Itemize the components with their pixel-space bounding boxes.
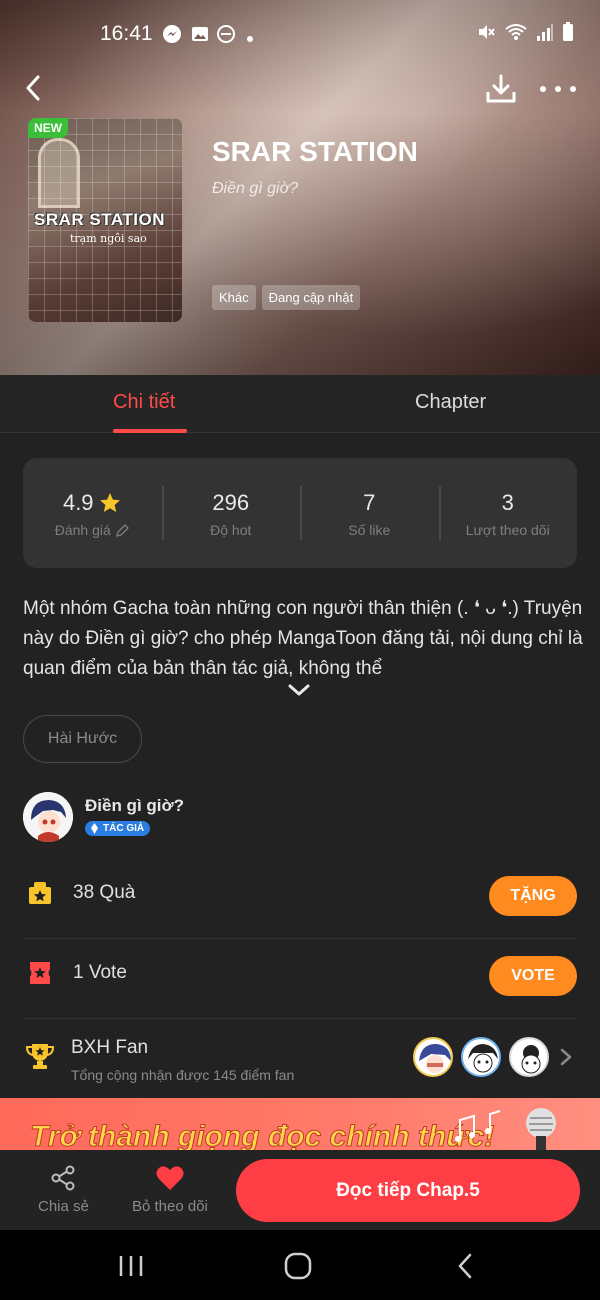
chevron-down-icon (288, 684, 310, 696)
fan-ranking-subtitle: Tổng cộng nhận được 145 điểm fan (71, 1067, 295, 1083)
author-row[interactable]: Điền gì giờ? TÁC GIẢ (23, 792, 583, 844)
share-icon (51, 1165, 75, 1191)
dnd-icon (216, 24, 236, 44)
heart-icon (156, 1166, 184, 1190)
download-icon (486, 74, 516, 103)
divider (23, 1018, 577, 1019)
comic-tags: Khác Đang cập nhật (212, 285, 361, 310)
star-icon (99, 493, 120, 512)
status-bar: 16:41 (0, 0, 600, 70)
signal-icon (537, 24, 553, 41)
fan-avatar[interactable] (509, 1037, 549, 1077)
wifi-icon (505, 24, 527, 40)
genre-chip[interactable]: Hài Hước (23, 715, 142, 763)
share-button[interactable]: Chia sẻ (38, 1164, 89, 1215)
dot (570, 86, 576, 92)
fan-avatar[interactable] (461, 1037, 501, 1077)
likes-value: 7 (363, 490, 376, 515)
vote-count: 1 Vote (73, 962, 127, 983)
top-nav (0, 66, 600, 110)
hot-value: 296 (212, 490, 250, 515)
tag-category[interactable]: Khác (212, 285, 256, 310)
tab-details[interactable]: Chi tiết (113, 391, 175, 414)
mute-icon (479, 25, 495, 39)
expand-description-button[interactable] (287, 680, 311, 700)
give-gift-button[interactable]: TẶNG (489, 876, 577, 916)
top-fans (413, 1037, 549, 1077)
system-back-icon[interactable] (452, 1252, 482, 1280)
dot (555, 86, 561, 92)
comic-description: Một nhóm Gacha toàn những con người thân… (23, 598, 583, 678)
gift-count: 38 Quà (73, 882, 136, 903)
stat-likes: 7 Số like (300, 458, 439, 568)
vote-ticket-icon (30, 962, 50, 984)
messenger-icon (162, 24, 182, 44)
download-button[interactable] (484, 72, 518, 106)
battery-icon (563, 22, 573, 41)
recent-apps-icon[interactable] (116, 1252, 146, 1280)
comic-title: SRAR STATION (212, 136, 418, 167)
author-badge: TÁC GIẢ (85, 821, 151, 836)
stat-rating[interactable]: 4.9 Đánh giá (23, 458, 162, 568)
status-icons-right (476, 22, 574, 42)
hot-label: Độ hot (210, 522, 252, 538)
continue-reading-button[interactable]: Đọc tiếp Chap.5 (236, 1159, 580, 1222)
home-icon[interactable] (283, 1252, 313, 1280)
system-navigation-bar (0, 1230, 600, 1300)
unfollow-button[interactable]: Bỏ theo dõi (132, 1164, 208, 1215)
vote-button[interactable]: VOTE (489, 956, 577, 996)
share-label: Chia sẻ (38, 1198, 89, 1215)
new-badge: NEW (28, 118, 68, 138)
stat-followers: 3 Lượt theo dõi (438, 458, 578, 568)
likes-label: Số like (348, 522, 391, 538)
chevron-left-icon (26, 75, 40, 101)
author-badge-label: TÁC GIẢ (103, 823, 145, 834)
promo-banner-text: Trở thành giọng đọc chính thức! (29, 1120, 495, 1153)
author-name[interactable]: Điền gì giờ? (85, 796, 184, 816)
rating-value: 4.9 (62, 490, 94, 515)
stat-hot: 296 Độ hot (161, 458, 301, 568)
cover-title: SRAR STATION (34, 210, 165, 229)
trophy-icon (25, 1044, 55, 1069)
tab-bar: Chi tiết Chapter (0, 375, 600, 433)
more-options-button[interactable] (540, 74, 576, 104)
tab-chapter[interactable]: Chapter (415, 391, 486, 414)
bottom-action-bar: Chia sẻ Bỏ theo dõi Đọc tiếp Chap.5 (0, 1150, 600, 1230)
rating-label: Đánh giá (54, 522, 111, 538)
followers-label: Lượt theo dõi (465, 522, 550, 538)
comic-author[interactable]: Điền gì giờ? (212, 180, 298, 198)
fan-ranking-title: BXH Fan (71, 1037, 149, 1058)
followers-value: 3 (501, 490, 514, 515)
pencil-icon (115, 523, 129, 537)
unfollow-label: Bỏ theo dõi (132, 1198, 208, 1215)
notification-dot-icon (246, 30, 254, 42)
gallery-icon (190, 24, 210, 44)
votes-row: 1 Vote VOTE (23, 938, 577, 1018)
dot (540, 86, 546, 92)
gifts-row: 38 Quà TẶNG (23, 858, 577, 938)
status-time: 16:41 (100, 22, 153, 45)
stats-card: 4.9 Đánh giá 296 Độ hot 7 Số like 3 Lượt… (23, 458, 577, 568)
tag-status: Đang cập nhật (261, 285, 361, 310)
active-tab-indicator (113, 429, 187, 433)
cover-subtitle: trạm ngôi sao (70, 232, 147, 245)
music-notes-icon (455, 1110, 501, 1142)
fan-avatar[interactable] (413, 1037, 453, 1077)
microphone-icon (526, 1108, 556, 1152)
comic-cover[interactable]: NEW SRAR STATION trạm ngôi sao (28, 118, 182, 322)
chevron-right-icon (560, 1048, 572, 1066)
gift-icon (29, 882, 51, 904)
author-avatar[interactable] (23, 792, 73, 842)
promo-banner[interactable]: Trở thành giọng đọc chính thức! (0, 1098, 600, 1152)
back-button[interactable] (18, 70, 54, 106)
pen-nib-icon (91, 823, 98, 834)
fan-ranking-row[interactable]: BXH Fan Tổng cộng nhận được 145 điểm fan (23, 1025, 577, 1095)
